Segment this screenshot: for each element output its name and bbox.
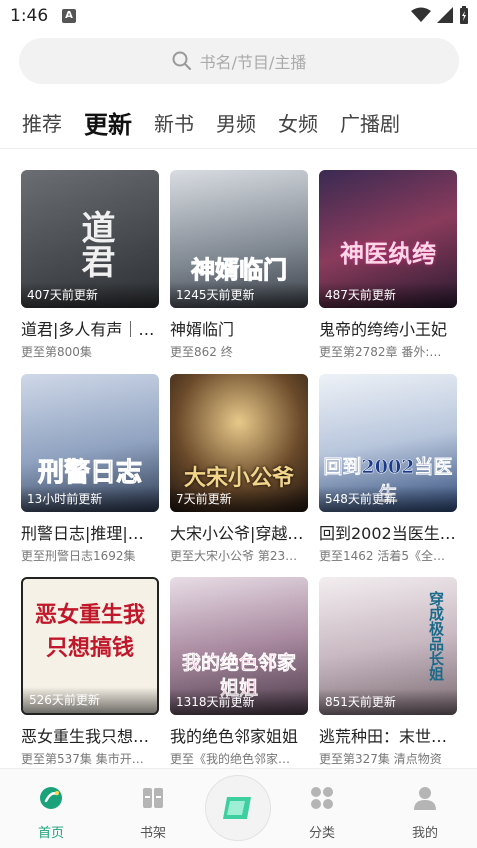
book-cover[interactable]: 神婿临门 1245天前更新 [170,170,308,308]
book-subtitle: 更至第2782章 番外:… [319,345,442,359]
book-cover[interactable]: 恶女重生我只想搞钱 526天前更新 [21,577,159,715]
book-card[interactable]: 道君 407天前更新 道君|多人有声｜… 更至第800集 [21,170,159,360]
signal-icon [437,7,453,23]
update-badge: 1245天前更新 [170,282,308,308]
status-bar: 1:46 A [0,0,477,34]
tabs-divider [0,148,477,149]
category-icon [311,787,333,809]
play-icon [223,797,251,819]
book-subtitle: 更至第327集 清点物资 [319,752,442,766]
book-title: 鬼帝的绔绔小王妃 [319,320,448,339]
tab-radio-drama[interactable]: 广播剧 [340,108,400,137]
book-subtitle: 更至大宋小公爷 第23… [170,549,298,563]
cover-art-text: 神婿临门 [191,255,288,285]
nav-bookshelf[interactable]: 书架 [123,785,183,841]
search-placeholder: 书名/节目/主播 [199,53,307,72]
status-time: 1:46 [10,6,49,26]
update-badge: 7天前更新 [170,486,308,512]
update-badge: 13小时前更新 [21,486,159,512]
update-badge: 548天前更新 [319,486,457,512]
book-title: 我的绝色邻家姐姐 [170,727,299,746]
notification-icon: A [62,9,76,23]
update-badge: 407天前更新 [21,282,159,308]
book-cover[interactable]: 回到2002当医生 548天前更新 [319,374,457,512]
book-cover[interactable]: 穿成极品长姐 851天前更新 [319,577,457,715]
book-card[interactable]: 穿成极品长姐 851天前更新 逃荒种田：末世… 更至第327集 清点物资 [319,577,457,767]
bottom-nav: 首页 书架 分类 我的 [0,768,477,848]
search-input[interactable]: 书名/节目/主播 [19,38,459,84]
nav-home[interactable]: 首页 [21,785,81,841]
profile-icon [414,787,436,810]
book-card[interactable]: 大宋小公爷 7天前更新 大宋小公爷|穿越… 更至大宋小公爷 第23… [170,374,308,564]
home-icon [40,787,62,809]
nav-category-label: 分类 [308,826,335,841]
cover-art-text: 道君 [75,210,115,278]
book-subtitle: 更至《我的绝色邻家… [170,752,291,766]
wifi-icon [411,7,431,22]
bookshelf-icon [143,788,163,808]
nav-profile[interactable]: 我的 [395,785,455,841]
tab-male[interactable]: 男频 [216,108,256,137]
book-card[interactable]: 刑警日志 13小时前更新 刑警日志|推理|… 更至刑警日志1692集 [21,374,159,564]
update-badge: 526天前更新 [23,687,157,713]
cover-art-text: 恶女重生我只想搞钱 [34,602,145,661]
nav-category[interactable]: 分类 [292,785,352,841]
cover-art-text: 刑警日志 [37,458,142,489]
cover-art-text: 神医纨绔 [340,239,436,268]
book-cover[interactable]: 刑警日志 13小时前更新 [21,374,159,512]
book-title: 大宋小公爷|穿越… [170,524,304,543]
update-badge: 1318天前更新 [170,689,308,715]
book-subtitle: 更至第800集 [21,345,92,359]
book-card[interactable]: 我的绝色邻家姐姐 1318天前更新 我的绝色邻家姐姐 更至《我的绝色邻家… [170,577,308,767]
nav-profile-label: 我的 [411,826,438,841]
category-tabs: 推荐 更新 新书 男频 女频 广播剧 [0,100,477,144]
tab-recommend[interactable]: 推荐 [22,108,62,137]
book-title: 回到2002当医生… [319,524,456,543]
tab-new-books[interactable]: 新书 [154,108,194,137]
book-card[interactable]: 回到2002当医生 548天前更新 回到2002当医生… 更至1462 活着5《… [319,374,457,564]
battery-icon [460,6,468,24]
book-cover[interactable]: 我的绝色邻家姐姐 1318天前更新 [170,577,308,715]
book-title: 神婿临门 [170,320,235,339]
book-title: 刑警日志|推理|… [21,524,144,543]
book-title: 道君|多人有声｜… [21,320,155,339]
cover-art-text: 穿成极品长姐 [427,591,445,681]
book-subtitle: 更至刑警日志1692集 [21,549,136,563]
status-icons [411,6,469,24]
book-card[interactable]: 恶女重生我只想搞钱 526天前更新 恶女重生我只想… 更至第537集 集市开… [21,577,159,767]
nav-bookshelf-label: 书架 [139,826,166,841]
tab-female[interactable]: 女频 [278,108,318,137]
book-subtitle: 更至第537集 集市开… [21,752,144,766]
book-subtitle: 更至1462 活着5《全… [319,549,445,563]
book-subtitle: 更至862 终 [170,345,233,359]
player-button[interactable] [205,775,271,841]
tab-updates[interactable]: 更新 [84,105,132,140]
book-card[interactable]: 神婿临门 1245天前更新 神婿临门 更至862 终 [170,170,308,360]
search-icon [172,51,191,70]
update-badge: 487天前更新 [319,282,457,308]
book-title: 逃荒种田：末世… [319,727,448,746]
book-cover[interactable]: 大宋小公爷 7天前更新 [170,374,308,512]
nav-home-label: 首页 [37,826,64,841]
book-card[interactable]: 神医纨绔 487天前更新 鬼帝的绔绔小王妃 更至第2782章 番外:… [319,170,457,360]
book-cover[interactable]: 道君 407天前更新 [21,170,159,308]
book-title: 恶女重生我只想… [21,727,150,746]
book-cover[interactable]: 神医纨绔 487天前更新 [319,170,457,308]
update-badge: 851天前更新 [319,689,457,715]
